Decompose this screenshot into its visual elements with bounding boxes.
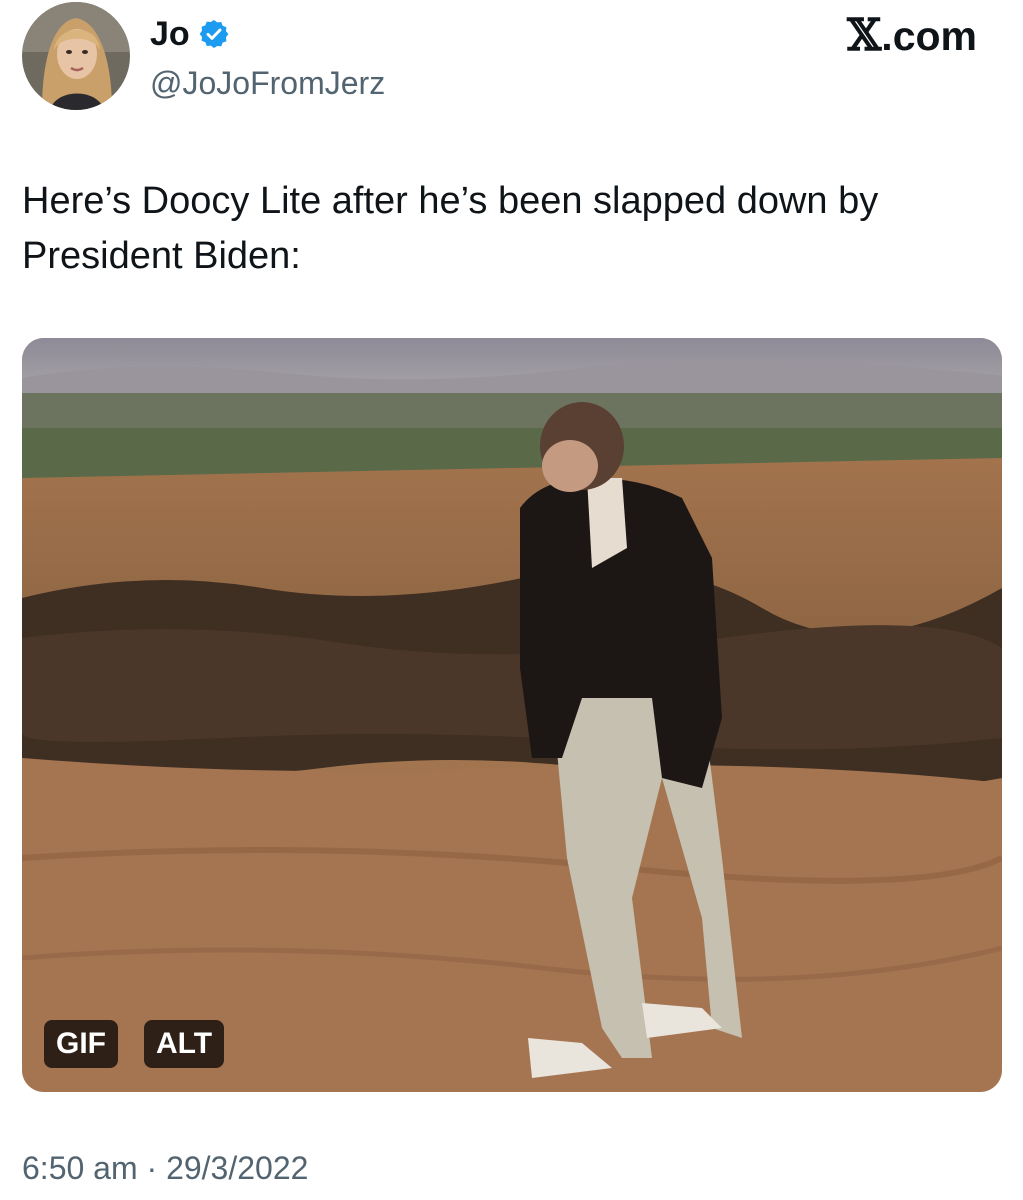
brand-label: .com — [881, 13, 977, 59]
display-name-text: Jo — [150, 15, 190, 53]
brand-watermark: 𝕏 .com — [847, 12, 977, 60]
tweet-timestamp[interactable]: 6:50 am · 29/3/2022 — [22, 1148, 308, 1188]
gif-frame-image — [22, 338, 1002, 1092]
verified-badge-icon — [198, 18, 230, 50]
author-display-name[interactable]: Jo — [150, 14, 230, 54]
alt-text-badge[interactable]: ALT — [144, 1020, 225, 1068]
tweet-media-gif[interactable] — [22, 338, 1002, 1092]
x-logo-icon: 𝕏 — [847, 10, 881, 61]
avatar-image — [22, 2, 130, 110]
tweet-text: Here’s Doocy Lite after he’s been slappe… — [22, 180, 879, 277]
gif-badge[interactable]: GIF — [44, 1020, 118, 1068]
author-handle[interactable]: @JoJoFromJerz — [150, 64, 385, 102]
author-avatar[interactable] — [22, 2, 130, 110]
